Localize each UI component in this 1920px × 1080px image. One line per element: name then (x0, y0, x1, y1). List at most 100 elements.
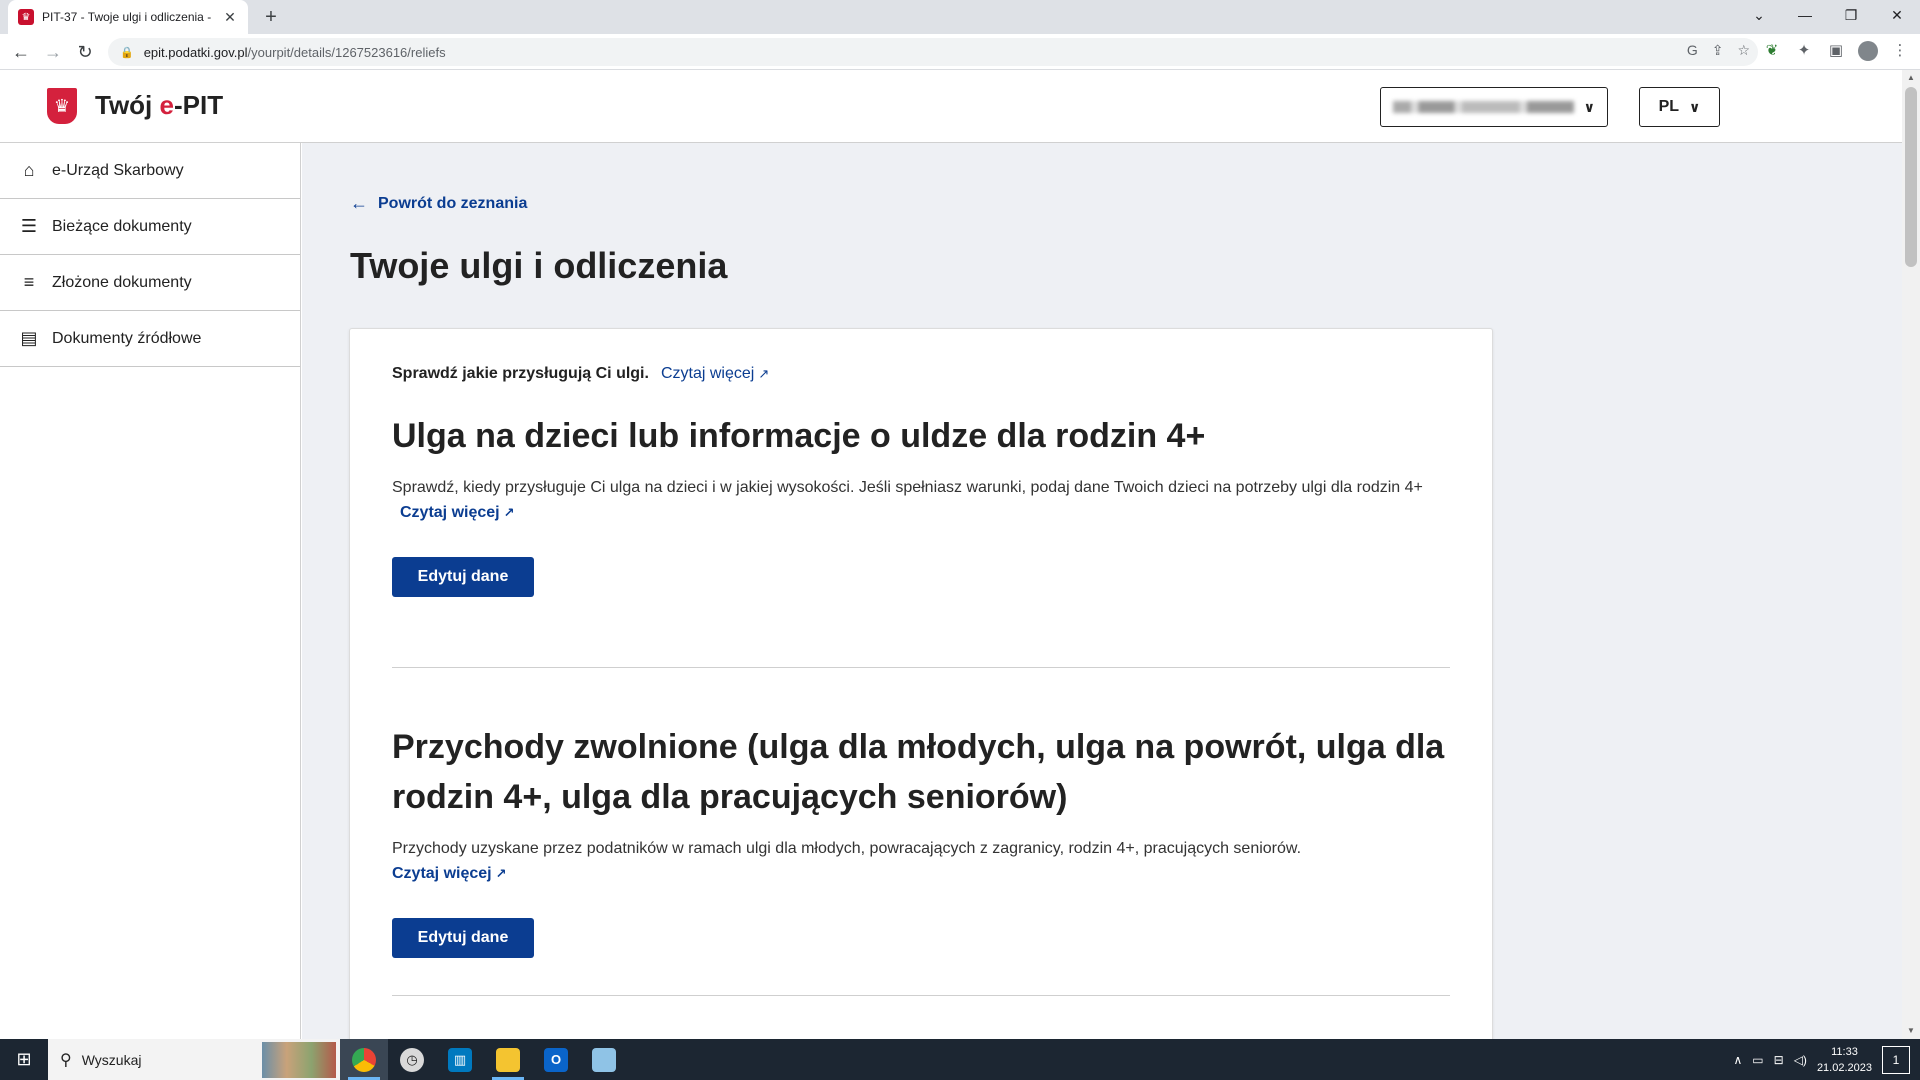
sidebar-item-label: Bieżące dokumenty (52, 217, 192, 235)
browser-tab-bar: ♛ PIT-37 - Twoje ulgi i odliczenia - ✕ +… (0, 0, 1920, 34)
exempt-income-section: Przychody zwolnione (ulga dla młodych, u… (392, 722, 1450, 958)
child-relief-section: Ulga na dzieci lub informacje o uldze dl… (392, 411, 1450, 597)
notification-count: 1 (1892, 1052, 1900, 1067)
external-link-icon: ↗ (495, 866, 507, 881)
system-tray: ∧ ▭ ⊟ ◁) 11:33 21.02.2023 1 (1734, 1044, 1920, 1076)
sidebar-item-label: Złożone dokumenty (52, 273, 192, 291)
read-more-label: Czytaj więcej (400, 504, 500, 521)
extensions-puzzle-icon[interactable]: ✦ (1794, 40, 1814, 62)
back-link-label: Powrót do zeznania (378, 194, 528, 212)
google-lens-icon[interactable]: G (1687, 42, 1698, 59)
section-divider (392, 667, 1450, 668)
share-icon[interactable]: ⇪ (1712, 42, 1724, 59)
tray-chevron-up-icon[interactable]: ∧ (1734, 1053, 1743, 1067)
arrow-left-icon: ← (350, 193, 368, 213)
section-read-more-link[interactable]: Czytaj więcej ↗ (400, 504, 515, 521)
tab-close-icon[interactable]: ✕ (222, 9, 238, 26)
edit-data-button[interactable]: Edytuj dane (392, 918, 534, 958)
sidebar-item-e-urzad-skarbowy[interactable]: ⌂ e-Urząd Skarbowy (0, 143, 300, 199)
intro-read-more-link[interactable]: Czytaj więcej ↗ (661, 365, 769, 383)
notification-center-icon[interactable]: 1 (1882, 1045, 1910, 1074)
notes-logo-icon (592, 1047, 616, 1072)
sidebar-item-label: e-Urząd Skarbowy (52, 161, 184, 179)
language-label: PL (1658, 98, 1680, 115)
list-add-icon: ☰ (20, 216, 38, 236)
scroll-down-arrow-icon[interactable]: ▼ (1902, 1023, 1920, 1039)
intro-row: Sprawdź jakie przysługują Ci ulgi. Czyta… (392, 365, 769, 383)
edit-data-button[interactable]: Edytuj dane (392, 557, 534, 597)
minimize-button[interactable]: — (1782, 0, 1828, 34)
site-header: ♛ Twój e-PIT ∨ PL ∨ (0, 70, 1902, 143)
section-divider (392, 995, 1450, 996)
file-explorer-app-icon[interactable] (484, 1039, 532, 1080)
search-icon: ⚲ (60, 1051, 72, 1069)
language-dropdown[interactable]: PL ∨ (1639, 87, 1720, 127)
gov-favicon-icon: ♛ (18, 9, 34, 25)
url-host: epit.podatki.gov.pl (143, 44, 248, 60)
tray-device-icon[interactable]: ▭ (1752, 1053, 1763, 1067)
extension-leaf-icon[interactable]: ❦ (1762, 40, 1782, 62)
polish-eagle-emblem-icon: ♛ (47, 88, 77, 124)
sidebar-item-dokumenty-zrodlowe[interactable]: ▤ Dokumenty źródłowe (0, 311, 300, 367)
tab-search-icon[interactable]: ⌄ (1736, 0, 1782, 34)
network-icon[interactable]: ⊟ (1774, 1053, 1784, 1067)
section-description: Sprawdź, kiedy przysługuje Ci ulga na dz… (392, 475, 1450, 525)
address-bar[interactable]: 🔒 epit.podatki.gov.pl /yourpit/details/1… (108, 38, 1758, 66)
volume-icon[interactable]: ◁) (1794, 1053, 1807, 1067)
home-icon: ⌂ (23, 160, 35, 180)
site-logo[interactable]: Twój e-PIT (95, 90, 223, 121)
page-scrollbar[interactable]: ▲ ▼ (1902, 70, 1920, 1039)
section-description-text: Sprawdź, kiedy przysługuje Ci ulga na dz… (392, 479, 1423, 496)
reliefs-card: Sprawdź jakie przysługują Ci ulgi. Czyta… (349, 328, 1493, 1039)
folder-icon (496, 1047, 520, 1072)
section-read-more-link[interactable]: Czytaj więcej ↗ (392, 865, 507, 882)
document-icon: ▤ (20, 328, 38, 348)
back-arrow-icon[interactable]: ← (8, 39, 34, 65)
search-placeholder: Wyszukaj (81, 1051, 142, 1068)
sidebar-item-label: Dokumenty źródłowe (52, 329, 202, 347)
clock-time: 11:33 (1831, 1045, 1858, 1058)
outlook-app-icon[interactable]: O (532, 1039, 580, 1080)
user-account-dropdown[interactable]: ∨ (1380, 87, 1608, 127)
new-tab-button[interactable]: + (258, 4, 284, 30)
url-path: /yourpit/details/1267523616/reliefs (247, 44, 446, 60)
chrome-app-icon[interactable] (340, 1039, 388, 1080)
external-link-icon: ↗ (503, 505, 515, 520)
restore-button[interactable]: ❐ (1828, 0, 1874, 34)
trello-app-icon[interactable]: ▥ (436, 1039, 484, 1080)
browser-tab[interactable]: ♛ PIT-37 - Twoje ulgi i odliczenia - ✕ (8, 0, 248, 34)
forward-arrow-icon[interactable]: → (40, 39, 66, 65)
back-to-declaration-link[interactable]: ← Powrót do zeznania (350, 193, 527, 214)
section-description-text: Przychody uzyskane przez podatników w ra… (392, 840, 1302, 857)
taskbar-search-box[interactable]: ⚲ Wyszukaj (48, 1039, 340, 1080)
sidebar-item-biezace-dokumenty[interactable]: ☰ Bieżące dokumenty (0, 199, 300, 255)
sidebar-item-zlozone-dokumenty[interactable]: ≡ Złożone dokumenty (0, 255, 300, 311)
read-more-label: Czytaj więcej (392, 865, 492, 882)
bookmark-star-icon[interactable]: ☆ (1737, 42, 1750, 59)
clock-app-icon[interactable]: ◷ (388, 1039, 436, 1080)
reload-icon[interactable]: ↻ (72, 39, 98, 65)
intro-text: Sprawdź jakie przysługują Ci ulgi. (392, 365, 649, 382)
side-panel-icon[interactable]: ▣ (1826, 40, 1846, 62)
tab-title: PIT-37 - Twoje ulgi i odliczenia - (42, 10, 212, 24)
trello-logo-icon: ▥ (448, 1047, 472, 1072)
menu-kebab-icon[interactable]: ⋮ (1890, 40, 1910, 62)
profile-avatar-icon[interactable] (1858, 41, 1878, 61)
read-more-label: Czytaj więcej (660, 365, 755, 382)
taskbar-clock[interactable]: 11:33 21.02.2023 (1817, 1044, 1872, 1076)
logo-suffix: -PIT (173, 90, 224, 120)
chevron-down-icon: ∨ (1689, 98, 1701, 115)
lock-icon: 🔒 (120, 46, 134, 59)
list-check-icon: ≡ (23, 272, 35, 292)
clock-logo-icon: ◷ (400, 1047, 424, 1072)
windows-start-icon[interactable]: ⊞ (0, 1039, 48, 1080)
notes-app-icon[interactable] (580, 1039, 628, 1080)
external-link-icon: ↗ (758, 366, 770, 381)
close-window-button[interactable]: ✕ (1874, 0, 1920, 34)
scroll-up-arrow-icon[interactable]: ▲ (1902, 70, 1920, 86)
scrollbar-thumb[interactable] (1905, 87, 1917, 267)
logo-prefix: Twój (95, 90, 160, 120)
main-content: ← Powrót do zeznania Twoje ulgi i odlicz… (302, 143, 1902, 1039)
section-title: Przychody zwolnione (ulga dla młodych, u… (392, 728, 1445, 816)
sidebar-nav: ⌂ e-Urząd Skarbowy ☰ Bieżące dokumenty ≡… (0, 143, 301, 1039)
